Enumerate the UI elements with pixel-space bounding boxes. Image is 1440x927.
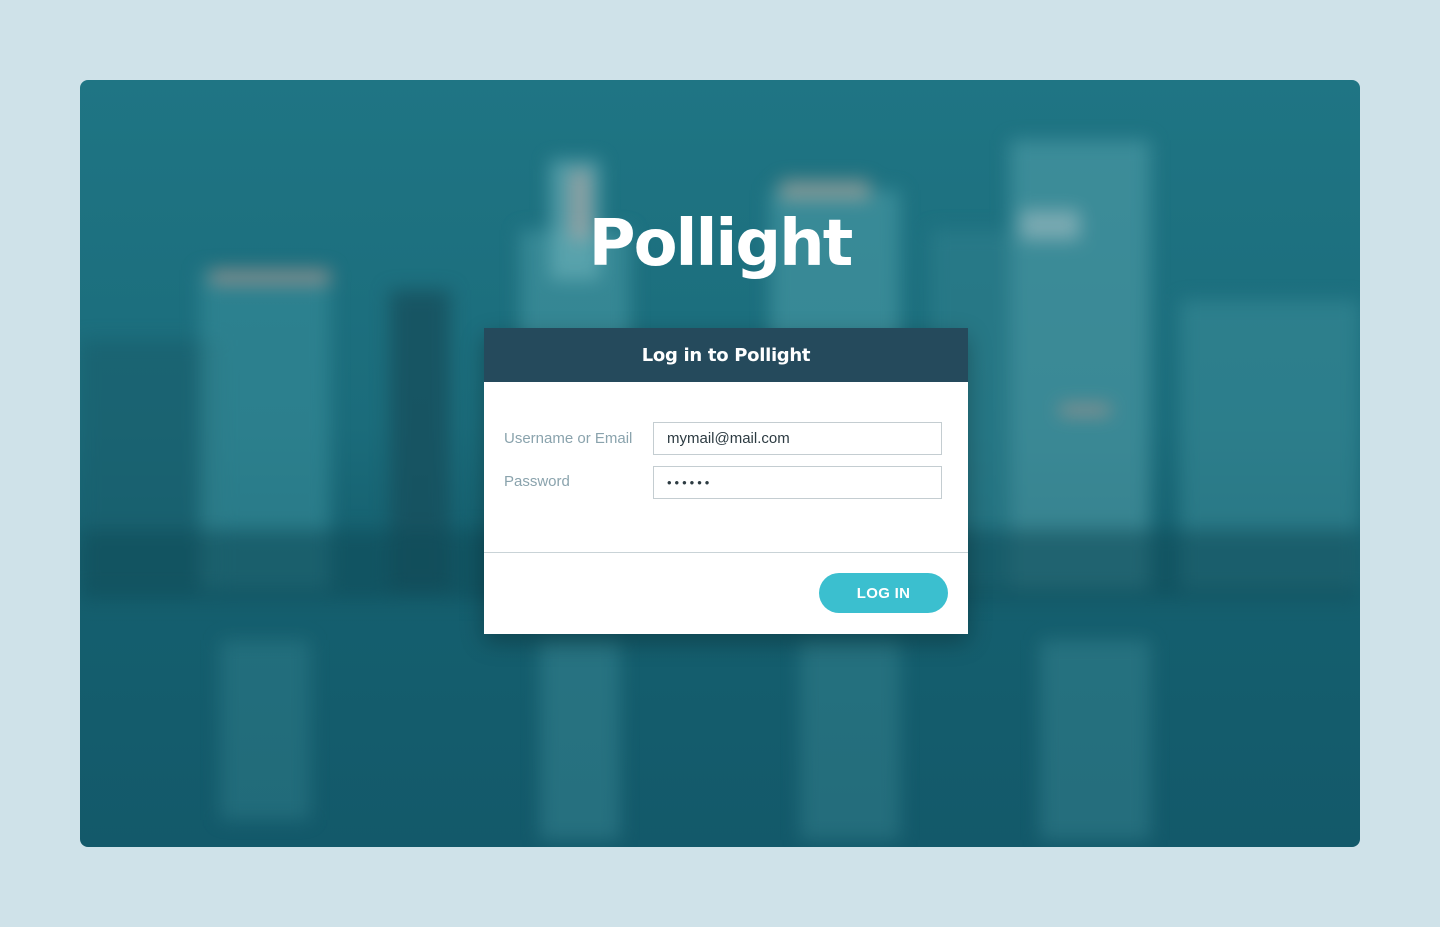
login-button[interactable]: LOG IN: [819, 573, 948, 613]
card-divider: [484, 552, 968, 553]
username-label: Username or Email: [504, 430, 633, 447]
pollight-logo: Pollight: [588, 207, 854, 281]
username-input[interactable]: [653, 422, 942, 455]
password-label: Password: [504, 473, 570, 490]
login-card: Log in to Pollight Username or Email Pas…: [484, 328, 968, 634]
password-input[interactable]: [653, 466, 942, 499]
login-card-title: Log in to Pollight: [484, 328, 968, 382]
